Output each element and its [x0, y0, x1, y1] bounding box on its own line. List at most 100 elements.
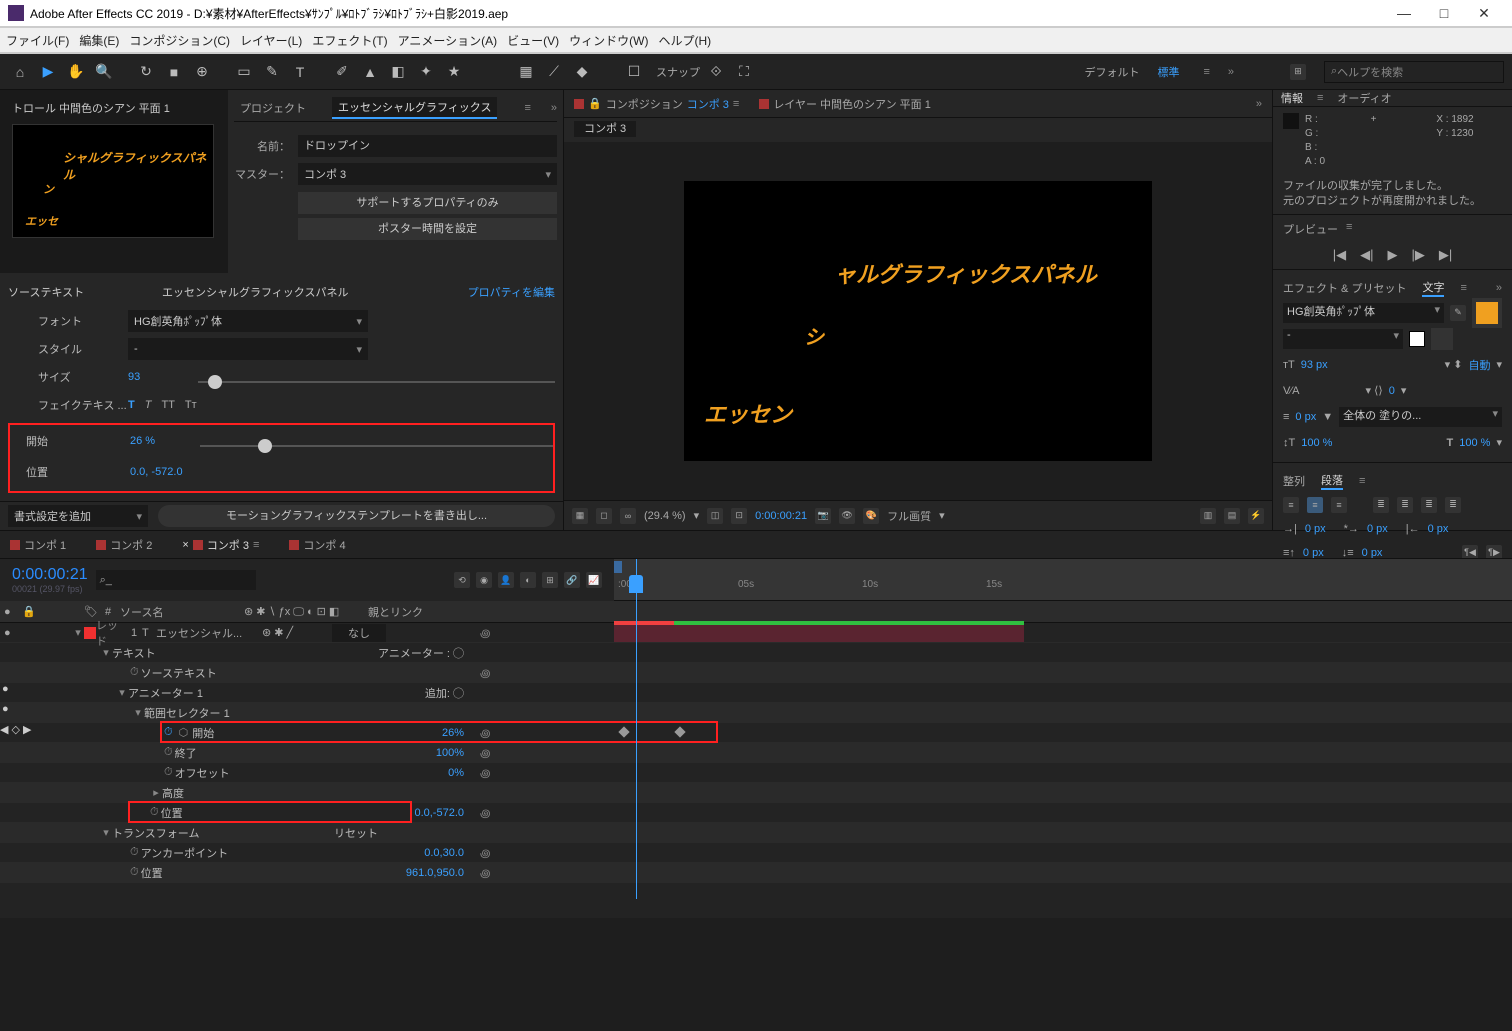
menu-composition[interactable]: コンポジション(C): [129, 32, 230, 49]
snap-checkbox[interactable]: ☐: [622, 60, 646, 84]
comp-overflow-icon[interactable]: »: [1256, 98, 1262, 110]
size-value[interactable]: 93: [128, 371, 198, 383]
workspace-default[interactable]: デフォルト: [1084, 64, 1139, 80]
show-snapshot-icon[interactable]: 👁: [839, 508, 855, 524]
maximize-button[interactable]: □: [1424, 0, 1464, 27]
justify-right-icon[interactable]: ≣: [1421, 497, 1437, 513]
tab-audio[interactable]: オーディオ: [1337, 90, 1391, 106]
faux-italic-icon[interactable]: T: [145, 399, 152, 411]
allcaps-icon[interactable]: TT: [161, 399, 174, 411]
color-mgmt-icon[interactable]: 🎨: [863, 508, 879, 524]
grid-icon[interactable]: ▦: [572, 508, 588, 524]
smallcaps-icon[interactable]: Tᴛ: [185, 399, 197, 411]
tl-btn-4[interactable]: ◐: [520, 572, 536, 588]
char-size[interactable]: 93 px: [1301, 359, 1328, 371]
help-search-input[interactable]: ⌕ ヘルプを検索: [1324, 61, 1504, 83]
boundary-icon[interactable]: ⛶: [732, 60, 756, 84]
fill-color-swatch[interactable]: [1472, 298, 1502, 328]
stopwatch-active-icon[interactable]: ⏱: [164, 726, 173, 739]
fast-preview-icon[interactable]: ⚡: [1248, 508, 1264, 524]
current-time[interactable]: 0:00:00:21: [755, 510, 807, 522]
menu-view[interactable]: ビュー(V): [507, 32, 559, 49]
parent-select[interactable]: なし: [332, 624, 386, 642]
workspace-menu-icon[interactable]: ≡: [1203, 66, 1209, 78]
snapshot-icon[interactable]: 📷: [815, 508, 831, 524]
style-select[interactable]: -: [128, 338, 368, 360]
workspace-standard[interactable]: 標準: [1157, 64, 1179, 80]
tl-graph-icon[interactable]: 📈: [586, 572, 602, 588]
graph-icon[interactable]: ⬡: [179, 726, 189, 739]
tab-paragraph[interactable]: 段落: [1321, 472, 1343, 490]
first-frame-icon[interactable]: |◀: [1333, 247, 1346, 263]
faux-bold-icon[interactable]: T: [128, 399, 135, 411]
timeline-tab-4[interactable]: コンポ 4: [289, 537, 345, 553]
text-tool-icon[interactable]: T: [288, 60, 312, 84]
layer-label-color[interactable]: [84, 627, 96, 639]
layer-row[interactable]: ● ▾ レッド 1 T エッセンシャル... ⊛ ✱ ╱ ꩜ なし: [0, 623, 1512, 643]
pan-behind-tool-icon[interactable]: ⊕: [190, 60, 214, 84]
hscale[interactable]: 100 %: [1459, 437, 1490, 449]
zoom-tool-icon[interactable]: 🔍: [92, 60, 116, 84]
tab-align[interactable]: 整列: [1283, 473, 1305, 489]
tl-btn-5[interactable]: ⊞: [542, 572, 558, 588]
region-icon[interactable]: ⊡: [731, 508, 747, 524]
char-overflow-icon[interactable]: »: [1496, 282, 1502, 294]
tl-shy-icon[interactable]: 👤: [498, 572, 514, 588]
start-value[interactable]: 26 %: [130, 435, 200, 447]
quality-select[interactable]: フル画質: [887, 508, 931, 524]
mesh-icon[interactable]: ▦: [514, 60, 538, 84]
hand-tool-icon[interactable]: ✋: [64, 60, 88, 84]
col-source[interactable]: ソース名: [120, 604, 240, 620]
justify-left-icon[interactable]: ≣: [1373, 497, 1389, 513]
stroke-width[interactable]: 0 px: [1295, 411, 1316, 423]
master-select[interactable]: コンポ 3: [298, 163, 557, 185]
char-leading[interactable]: 自動: [1468, 357, 1490, 373]
3d-view-icon[interactable]: ▤: [1224, 508, 1240, 524]
comp-breadcrumb[interactable]: コンポ 3: [574, 121, 636, 137]
library-icon[interactable]: ⊞: [1290, 64, 1306, 80]
align-center-icon[interactable]: ≡: [1307, 497, 1323, 513]
last-frame-icon[interactable]: ▶|: [1439, 247, 1452, 263]
zoom-value[interactable]: (29.4 %): [644, 510, 686, 522]
orbit-tool-icon[interactable]: ↻: [134, 60, 158, 84]
timeline-search-input[interactable]: ⌕_: [96, 570, 256, 590]
menu-edit[interactable]: 編集(E): [79, 32, 119, 49]
tab-project[interactable]: プロジェクト: [234, 98, 312, 118]
timeline-tab-3[interactable]: ×コンポ 3≡: [182, 537, 259, 553]
row-start[interactable]: ◀ ◇ ▶ ⏱⬡開始26%꩜: [0, 723, 1512, 743]
roto-tool-icon[interactable]: ✦: [414, 60, 438, 84]
prev-frame-icon[interactable]: ◀|: [1360, 247, 1373, 263]
panel-menu-icon[interactable]: ≡: [524, 102, 530, 114]
tab-info[interactable]: 情報: [1281, 90, 1303, 106]
resolution-icon[interactable]: ◫: [707, 508, 723, 524]
minimize-button[interactable]: —: [1384, 0, 1424, 27]
tl-btn-6[interactable]: 🔗: [564, 572, 580, 588]
add-formatting-select[interactable]: 書式設定を追加: [8, 505, 148, 527]
size-slider-thumb[interactable]: [208, 375, 222, 389]
clone-tool-icon[interactable]: ▲: [358, 60, 382, 84]
stroke-option-select[interactable]: 全体の 塗りの...: [1339, 407, 1502, 427]
view-layout-icon[interactable]: ▥: [1200, 508, 1216, 524]
align-left-icon[interactable]: ≡: [1283, 497, 1299, 513]
keyframe-icon[interactable]: [674, 726, 685, 737]
set-poster-time-button[interactable]: ポスター時間を設定: [298, 218, 557, 240]
menu-window[interactable]: ウィンドウ(W): [569, 32, 648, 49]
position-value[interactable]: 0.0, -572.0: [130, 466, 250, 478]
comp-tab[interactable]: 🔒 コンポジション コンポ 3 ≡: [574, 96, 739, 112]
align-right-icon[interactable]: ≡: [1331, 497, 1347, 513]
font-select[interactable]: HG創英角ﾎﾟｯﾌﾟ体: [128, 310, 368, 332]
menu-help[interactable]: ヘルプ(H): [659, 32, 712, 49]
swap-colors-icon[interactable]: [1431, 328, 1453, 350]
bone-icon[interactable]: ⟋: [542, 60, 566, 84]
eraser-tool-icon[interactable]: ◧: [386, 60, 410, 84]
tab-character[interactable]: 文字: [1422, 279, 1444, 297]
timeline-timecode[interactable]: 0:00:00:21: [12, 566, 88, 584]
layer-tab[interactable]: レイヤー 中間色のシアン 平面 1: [759, 96, 931, 112]
justify-all-icon[interactable]: ≣: [1445, 497, 1461, 513]
start-slider-thumb[interactable]: [258, 439, 272, 453]
quality-dropdown-icon[interactable]: ▾: [939, 509, 945, 522]
tab-preview[interactable]: プレビュー: [1283, 221, 1338, 237]
snap-opts-icon[interactable]: ⟐: [704, 60, 728, 84]
time-ruler[interactable]: :00f 05s 10s 15s: [614, 559, 1512, 601]
current-time-indicator[interactable]: [636, 559, 637, 899]
